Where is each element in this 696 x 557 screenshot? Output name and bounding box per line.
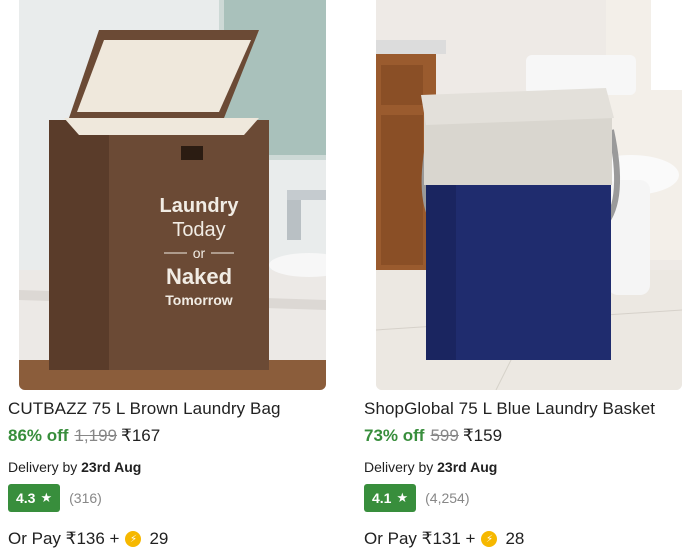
rating-value: 4.1 — [372, 490, 392, 506]
mrp-price: 599 — [430, 426, 459, 445]
delivery-date: 23rd Aug — [437, 459, 498, 475]
laundry-bag-image: Laundry Today or Naked Tomorrow — [19, 0, 326, 390]
bag-print-line4: Naked — [166, 264, 232, 289]
mrp-price: 1,199 — [74, 426, 118, 445]
rating-badge: 4.1 ★ — [364, 484, 417, 512]
price-row-1: 86% off 1,199 ₹167 — [8, 426, 160, 446]
selling-price: ₹159 — [462, 426, 503, 445]
bag-print-line2: Today — [172, 219, 225, 241]
delivery-info-1: Delivery by 23rd Aug — [8, 459, 141, 475]
delivery-prefix: Delivery by — [8, 459, 78, 475]
discount-label: 73% off — [364, 426, 425, 445]
pay-with-coins-2: Or Pay ₹131 + ⚡ 28 — [364, 529, 524, 549]
product-title-1[interactable]: CUTBAZZ 75 L Brown Laundry Bag — [8, 399, 281, 419]
bag-print-line3: or — [193, 245, 206, 261]
pay-prefix: Or Pay ₹131 + — [364, 529, 476, 548]
product-image-1[interactable]: Laundry Today or Naked Tomorrow — [19, 0, 326, 390]
discount-label: 86% off — [8, 426, 69, 445]
bag-print-line1: Laundry — [160, 195, 240, 217]
rating-count: (4,254) — [425, 490, 470, 506]
pay-prefix: Or Pay ₹136 + — [8, 529, 120, 548]
coin-count: 28 — [505, 529, 525, 548]
product-card-2[interactable]: ShopGlobal 75 L Blue Laundry Basket 73% … — [348, 0, 696, 557]
supercoin-icon: ⚡ — [481, 531, 498, 547]
price-row-2: 73% off 599 ₹159 — [364, 426, 502, 446]
rating-row-1: 4.3 ★ (316) — [8, 484, 102, 512]
product-card-1[interactable]: Laundry Today or Naked Tomorrow CUTBAZZ … — [0, 0, 348, 557]
rating-count: (316) — [69, 490, 102, 506]
rating-badge: 4.3 ★ — [8, 484, 61, 512]
product-title-2[interactable]: ShopGlobal 75 L Blue Laundry Basket — [364, 399, 655, 419]
delivery-date: 23rd Aug — [81, 459, 142, 475]
rating-value: 4.3 — [16, 490, 36, 506]
delivery-info-2: Delivery by 23rd Aug — [364, 459, 497, 475]
delivery-prefix: Delivery by — [364, 459, 434, 475]
bag-print-line5: Tomorrow — [165, 292, 233, 308]
rating-row-2: 4.1 ★ (4,254) — [364, 484, 469, 512]
supercoin-icon: ⚡ — [125, 531, 142, 547]
star-icon: ★ — [396, 490, 409, 505]
star-icon: ★ — [40, 490, 53, 505]
pay-with-coins-1: Or Pay ₹136 + ⚡ 29 — [8, 529, 168, 549]
laundry-basket-image — [376, 0, 682, 390]
product-image-2[interactable] — [376, 0, 682, 390]
coin-count: 29 — [149, 529, 169, 548]
selling-price: ₹167 — [121, 426, 161, 445]
